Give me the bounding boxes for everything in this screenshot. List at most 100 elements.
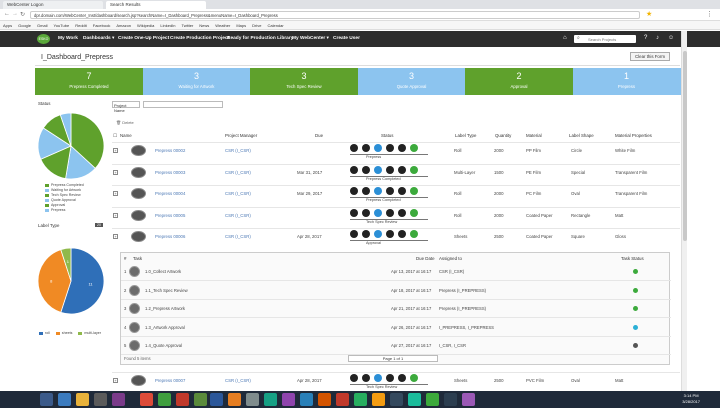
chrome-icon[interactable] [140, 393, 153, 406]
col-quantity[interactable]: Quantity [495, 133, 511, 138]
tile-tech-spec-review[interactable]: 3 Tech Spec Review [250, 68, 358, 95]
task-assigned[interactable]: Prepress (I_PREPRESS) [439, 288, 486, 293]
bookmark-item[interactable]: Facebook [93, 23, 111, 28]
task-name[interactable]: 1.3_Artwork Approval [145, 325, 185, 330]
status-step-icon[interactable] [386, 144, 394, 152]
browser-tab-logon[interactable]: WebCenter Logon [3, 1, 103, 9]
status-step-icon[interactable] [410, 165, 418, 174]
expand-toggle[interactable]: + [113, 212, 118, 218]
app8-icon[interactable] [336, 393, 349, 406]
bookmark-item[interactable]: Gmail [37, 23, 47, 28]
task-type-icon[interactable] [129, 303, 140, 314]
status-step-icon[interactable] [350, 165, 358, 174]
ie-icon[interactable] [58, 393, 71, 406]
project-thumbnail[interactable] [131, 145, 146, 156]
status-step-icon[interactable] [362, 165, 370, 174]
back-icon[interactable]: ← [4, 11, 10, 17]
status-step-icon[interactable] [350, 230, 358, 238]
project-name[interactable]: Prepress 00003 [155, 170, 185, 175]
task-col-status[interactable]: Task Status [621, 256, 644, 261]
nav-my-work[interactable]: My Work [58, 36, 78, 41]
clear-form-button[interactable]: Clear this Form [629, 52, 670, 61]
menu-icon[interactable]: ⋮ [706, 10, 713, 18]
col-label-type[interactable]: Label Type [455, 133, 476, 138]
col-due[interactable]: Due [315, 133, 323, 138]
status-step-icon[interactable] [398, 165, 406, 174]
page-scrollbar[interactable] [681, 31, 687, 391]
task-type-icon[interactable] [129, 284, 140, 296]
status-step-icon[interactable] [386, 374, 394, 382]
tile-quote-approval[interactable]: 3 Quote Approval [357, 68, 466, 95]
status-step-icon[interactable] [374, 230, 382, 238]
task-name[interactable]: 1.4_Quote Approval [145, 343, 182, 348]
project-thumbnail[interactable] [131, 188, 146, 199]
legend-item[interactable]: multi-layer [78, 331, 101, 335]
tile-prepress[interactable]: 1 Prepress [572, 68, 681, 95]
tile-waiting-for-artwork[interactable]: 3 Waiting for Artwork [142, 68, 251, 95]
app13-icon[interactable] [426, 393, 439, 406]
legend-item[interactable]: Prepress [45, 208, 84, 213]
status-step-icon[interactable] [374, 208, 382, 217]
tile-prepress-completed[interactable]: 7 Prepress Completed [35, 68, 143, 95]
project-name[interactable]: Prepress 00005 [155, 213, 185, 218]
status-step-icon[interactable] [362, 230, 370, 238]
task-assigned[interactable]: Prepress (I_PREPRESS) [439, 306, 486, 311]
user-icon[interactable]: ☺ [668, 35, 674, 41]
media-icon[interactable] [94, 393, 107, 406]
project-manager[interactable]: CSR (I_CSR) [225, 191, 251, 196]
acrobat-icon[interactable] [176, 393, 189, 406]
home-icon[interactable]: ⌂ [563, 35, 567, 41]
expand-toggle[interactable]: + [113, 234, 118, 239]
task-assigned[interactable]: I_CSR, I_CSR [439, 343, 466, 348]
task-type-icon[interactable] [129, 340, 140, 351]
legend-item[interactable]: sheets [55, 331, 72, 335]
task-name[interactable]: 1.2_Prepress Artwork [145, 306, 185, 311]
project-manager[interactable]: CSR (I_CSR) [225, 378, 251, 383]
pager[interactable]: Page 1 of 1 [348, 355, 438, 362]
app9-icon[interactable] [354, 393, 367, 406]
project-manager[interactable]: CSR (I_CSR) [225, 170, 251, 175]
explorer-icon[interactable] [76, 393, 89, 406]
nav-my-webcenter[interactable]: My WebCenter ▾ [292, 36, 329, 41]
project-manager[interactable]: CSR (I_CSR) [225, 148, 251, 153]
task-type-icon[interactable] [129, 266, 140, 277]
project-thumbnail[interactable] [131, 231, 146, 242]
esko-logo[interactable]: ESKO [37, 34, 50, 44]
task-col-task[interactable]: Task [133, 256, 142, 261]
status-step-icon[interactable] [386, 187, 394, 195]
status-step-icon[interactable] [398, 230, 406, 238]
app3-icon[interactable] [246, 393, 259, 406]
col-name[interactable]: Name [120, 133, 132, 138]
status-step-icon[interactable] [362, 187, 370, 195]
app4-icon[interactable] [264, 393, 277, 406]
project-manager[interactable]: CSR (I_CSR) [225, 234, 251, 239]
nav-create-production[interactable]: Create Production Project [170, 36, 229, 41]
status-step-icon[interactable] [386, 165, 394, 174]
status-step-icon[interactable] [374, 165, 382, 174]
status-step-icon[interactable] [386, 208, 394, 217]
expand-toggle[interactable]: + [113, 378, 118, 383]
excel-icon[interactable] [158, 393, 171, 406]
status-step-icon[interactable] [374, 374, 382, 382]
app15-icon[interactable] [462, 393, 475, 406]
task-status-icon[interactable] [633, 287, 638, 293]
tile-approval[interactable]: 2 Approval [465, 68, 573, 95]
expand-toggle[interactable]: + [113, 148, 118, 153]
status-step-icon[interactable] [398, 208, 406, 217]
nav-create-oneup[interactable]: Create One-Up Project [118, 36, 169, 41]
status-step-icon[interactable] [410, 374, 418, 382]
status-step-icon[interactable] [374, 144, 382, 152]
app2-icon[interactable] [194, 393, 207, 406]
bookmark-item[interactable]: YouTube [53, 23, 69, 28]
project-name[interactable]: Prepress 00002 [155, 148, 185, 153]
task-type-icon[interactable] [129, 321, 140, 333]
status-step-icon[interactable] [362, 208, 370, 217]
col-material[interactable]: Material [526, 133, 542, 138]
app10-icon[interactable] [372, 393, 385, 406]
app6-icon[interactable] [300, 393, 313, 406]
task-name[interactable]: 1.0_Collect Artwork [145, 269, 181, 274]
bookmark-item[interactable]: Reddit [75, 23, 87, 28]
bookmark-item[interactable]: News [199, 23, 209, 28]
status-step-icon[interactable] [398, 187, 406, 195]
bookmark-item[interactable]: LinkedIn [160, 23, 175, 28]
